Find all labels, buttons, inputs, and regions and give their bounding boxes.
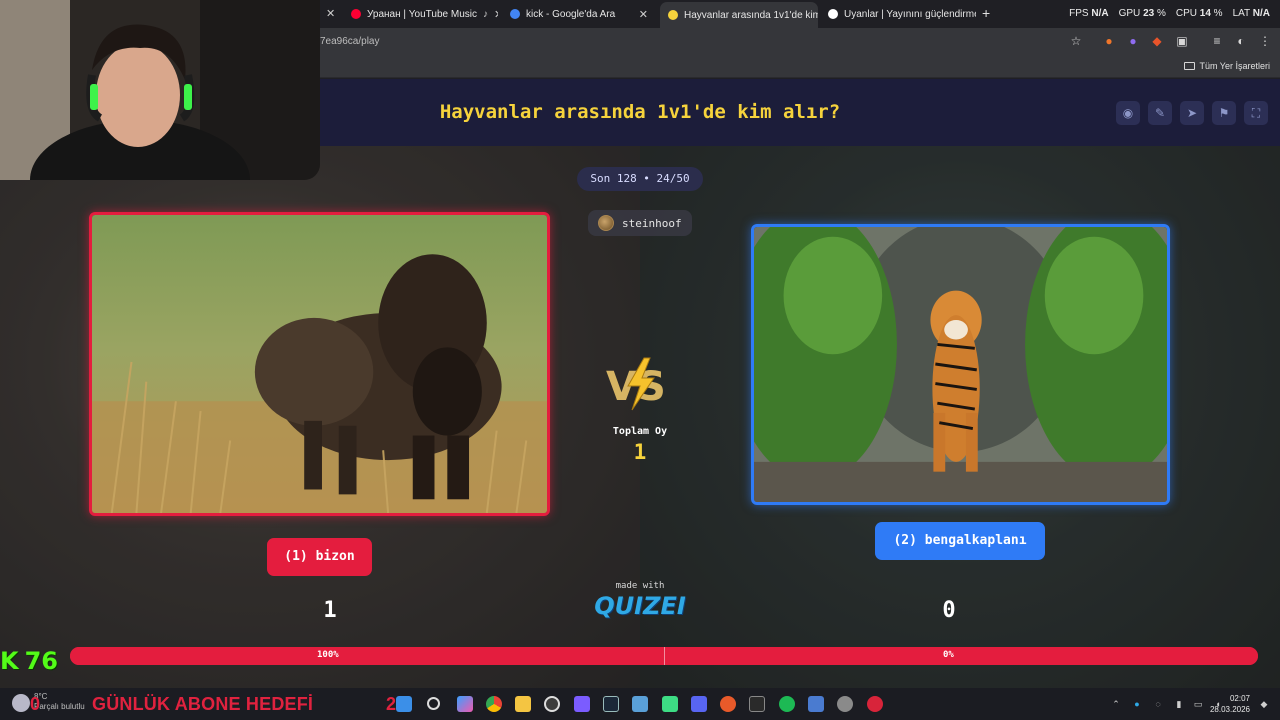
goal-target: 2 [386, 694, 397, 714]
tab-youtube-music[interactable]: Уранан | YouTube Music ♪ ✕ [343, 4, 498, 24]
quizei-logo[interactable]: QUIZEI [580, 592, 700, 620]
option-card-tiger[interactable] [751, 224, 1170, 505]
tray-chevron-icon[interactable]: ⌃ [1110, 698, 1122, 710]
audio-icon[interactable]: ♪ [483, 9, 488, 20]
vote-bison-button[interactable]: (1) bizon [267, 538, 372, 576]
tiger-image [754, 227, 1167, 502]
search-icon[interactable] [427, 697, 440, 710]
app-icon-5[interactable] [808, 696, 824, 712]
tab-close-icon[interactable]: ✕ [326, 7, 335, 20]
windows-start-icon[interactable] [396, 696, 412, 712]
quizei-icon [668, 10, 678, 20]
steam-icon[interactable] [603, 696, 619, 712]
media-control-icon[interactable]: ≡ [1210, 34, 1224, 48]
folder-icon [1184, 62, 1196, 70]
all-bookmarks-button[interactable]: Tüm Yer İşaretleri [1184, 61, 1270, 71]
windows-taskbar: 8°C Parçalı bulutlu 0 GÜNLÜK ABONE HEDEF… [0, 688, 1280, 720]
bison-image [92, 215, 547, 513]
app-icon-2[interactable] [691, 696, 707, 712]
score-left: 1 [323, 598, 337, 623]
all-bookmarks-label: Tüm Yer İşaretleri [1199, 61, 1270, 71]
microphone-icon[interactable]: ▮ [1173, 698, 1185, 710]
tab-uyanlar[interactable]: Uyanlar | Yayınını güçlendirmek ✕ [820, 4, 976, 24]
photos-icon[interactable] [632, 696, 648, 712]
tab-label: Hayvanlar arasında 1v1'de kim [684, 9, 818, 21]
avatar [598, 215, 614, 231]
performance-overlay: FPS N/A GPU 23 % CPU 14 % LAT N/A [1069, 8, 1270, 19]
webcam-overlay [0, 0, 320, 180]
app-icon-3[interactable] [720, 696, 736, 712]
system-clock[interactable]: 02:07 28.03.2026 [1210, 693, 1250, 715]
network-icon[interactable]: ◌ [1152, 698, 1164, 710]
percent-right: 0% [943, 650, 954, 660]
app-icon-4[interactable] [749, 696, 765, 712]
total-votes-label: Toplam Oy [612, 426, 668, 437]
profile-icon[interactable]: ◐ [1234, 34, 1248, 48]
google-icon [510, 9, 520, 19]
edit-icon[interactable]: ✎ [1148, 101, 1172, 125]
youtube-music-icon [351, 9, 361, 19]
new-tab-button[interactable]: + [982, 5, 990, 21]
display-icon[interactable]: ▭ [1192, 698, 1204, 710]
percent-left: 100% [317, 650, 339, 660]
obs-icon[interactable] [544, 696, 560, 712]
settings-icon[interactable] [837, 696, 853, 712]
extension-icon-2[interactable]: ● [1126, 34, 1140, 48]
progress-right-fill [664, 647, 1258, 665]
spotify-icon[interactable] [779, 696, 795, 712]
file-explorer-icon[interactable] [515, 696, 531, 712]
score-right: 0 [942, 598, 956, 623]
kick-logo: K [0, 647, 19, 675]
kick-viewer-count: 76 [24, 647, 59, 675]
copilot-icon[interactable] [457, 696, 473, 712]
progress-left-fill [70, 647, 664, 665]
weather-icon[interactable] [12, 694, 30, 712]
app-icon-1[interactable] [574, 696, 590, 712]
tray-app-icon[interactable]: ● [1131, 698, 1143, 710]
extension-icon-1[interactable]: ● [1102, 34, 1116, 48]
user-badge: steinhoof [588, 210, 692, 236]
chrome-icon[interactable] [486, 696, 502, 712]
eye-icon[interactable]: ◉ [1116, 101, 1140, 125]
vote-progress-bar: 100% 0% [70, 647, 1258, 665]
send-icon[interactable]: ➤ [1180, 101, 1204, 125]
url-text[interactable]: 7ea96ca/play [320, 36, 380, 47]
goal-current: 0 [30, 694, 41, 714]
daily-sub-goal-label: GÜNLÜK ABONE HEDEFİ [92, 694, 314, 714]
round-indicator: Son 128 • 24/50 [577, 167, 703, 191]
tab-quizei[interactable]: Hayvanlar arasında 1v1'de kim ✕ [660, 2, 818, 28]
close-icon[interactable]: ✕ [639, 8, 648, 21]
versus-icon: VS [606, 357, 666, 411]
tab-label: Uyanlar | Yayınını güçlendirmek [844, 8, 976, 20]
username: steinhoof [622, 216, 682, 230]
total-votes-value: 1 [633, 440, 647, 464]
android-icon[interactable] [662, 696, 678, 712]
tab-label: kick - Google'da Ara [526, 8, 616, 20]
extension-icon-3[interactable]: ◆ [1150, 34, 1164, 48]
bookmark-star-icon[interactable]: ☆ [1069, 34, 1083, 48]
made-with-label: made with [615, 581, 665, 591]
vote-tiger-button[interactable]: (2) bengalkaplanı [875, 522, 1045, 560]
kick-viewer-badge: K 76 [0, 646, 72, 676]
menu-icon[interactable]: ⋮ [1258, 34, 1272, 48]
flag-icon[interactable]: ⚑ [1212, 101, 1236, 125]
tab-google-search[interactable]: kick - Google'da Ara ✕ [502, 4, 656, 24]
streamer-camera [0, 0, 320, 180]
app-icon-6[interactable] [867, 696, 883, 712]
weather-widget[interactable]: 8°C Parçalı bulutlu [34, 692, 85, 712]
uyanlar-icon [828, 9, 838, 19]
notification-icon[interactable]: ◆ [1258, 698, 1270, 710]
tab-label: Уранан | YouTube Music [367, 8, 477, 20]
option-card-bison[interactable] [89, 212, 550, 516]
close-icon[interactable]: ✕ [494, 8, 498, 21]
extensions-puzzle-icon[interactable]: ▣ [1175, 34, 1189, 48]
fullscreen-icon[interactable]: ⛶ [1244, 101, 1268, 125]
